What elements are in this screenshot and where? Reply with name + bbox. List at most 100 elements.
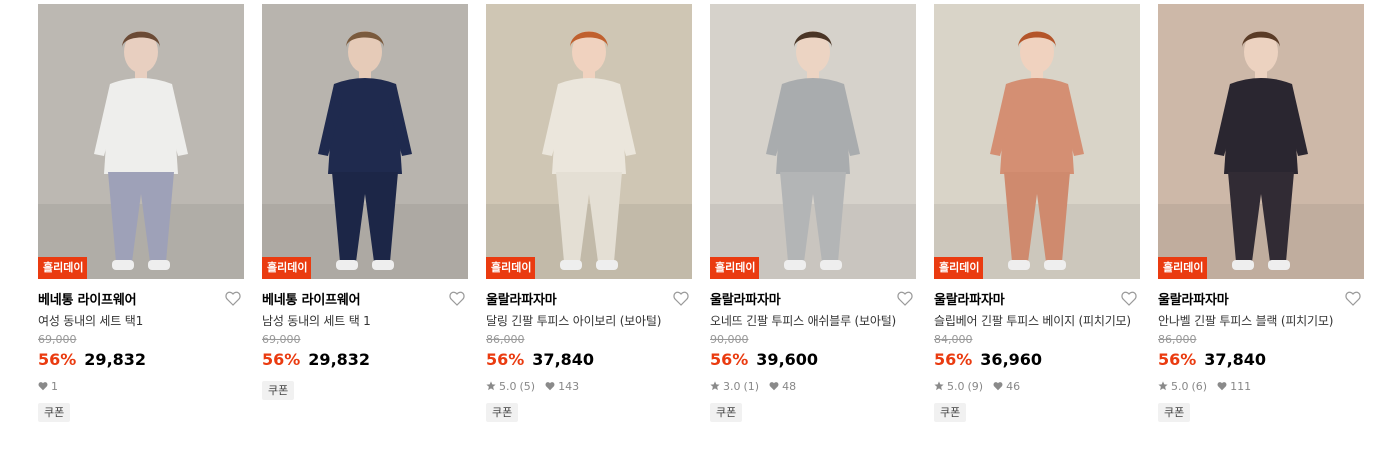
heart-outline-icon[interactable] — [1120, 289, 1138, 307]
product-meta: 1 — [38, 379, 244, 393]
holiday-badge: 홀리데이 — [1158, 257, 1208, 279]
product-card[interactable]: 홀리데이 울랄라파자마 오네뜨 긴팔 투피스 애쉬블루 (보아털) 90,000… — [710, 4, 916, 422]
coupon-tag: 쿠폰 — [1158, 403, 1191, 422]
like-count: 111 — [1230, 379, 1252, 393]
brand-name[interactable]: 베네통 라이프웨어 — [38, 289, 137, 308]
original-price: 69,000 — [38, 333, 77, 346]
rating: 5.0 (9) — [934, 380, 983, 393]
product-name[interactable]: 오네뜨 긴팔 투피스 애쉬블루 (보아털) — [710, 312, 916, 330]
brand-name[interactable]: 울랄라파자마 — [934, 289, 1005, 308]
heart-outline-icon[interactable] — [1344, 289, 1362, 307]
sale-price: 36,960 — [980, 350, 1043, 369]
rating: 5.0 (5) — [486, 380, 535, 393]
brand-name[interactable]: 베네통 라이프웨어 — [262, 289, 361, 308]
brand-row: 울랄라파자마 — [710, 288, 916, 308]
likes: 143 — [545, 380, 579, 393]
review-count: (5) — [519, 379, 536, 393]
discount-rate: 56% — [934, 350, 973, 369]
product-photo — [486, 4, 692, 279]
price-row: 56% 37,840 — [486, 349, 692, 371]
brand-name[interactable]: 울랄라파자마 — [486, 289, 557, 308]
product-image[interactable]: 홀리데이 — [710, 4, 916, 279]
star-icon — [1158, 381, 1168, 391]
price-row: 56% 36,960 — [934, 349, 1140, 371]
rating: 5.0 (6) — [1158, 380, 1207, 393]
product-photo — [262, 4, 468, 279]
sale-price: 37,840 — [532, 350, 595, 369]
heart-outline-icon[interactable] — [896, 289, 914, 307]
coupon-tag: 쿠폰 — [262, 381, 295, 400]
holiday-badge: 홀리데이 — [38, 257, 88, 279]
product-card[interactable]: 홀리데이 울랄라파자마 슬립베어 긴팔 투피스 베이지 (피치기모) 84,00… — [934, 4, 1140, 422]
product-photo — [1158, 4, 1364, 279]
product-name[interactable]: 여성 동내의 세트 택1 — [38, 312, 244, 330]
like-count: 143 — [558, 379, 580, 393]
product-name[interactable]: 달링 긴팔 투피스 아이보리 (보아털) — [486, 312, 692, 330]
brand-row: 베네통 라이프웨어 — [38, 288, 244, 308]
product-image[interactable]: 홀리데이 — [486, 4, 692, 279]
like-count: 48 — [782, 379, 797, 393]
product-card[interactable]: 홀리데이 베네통 라이프웨어 남성 동내의 세트 택 1 69,000 56% … — [262, 4, 468, 422]
product-meta: 5.0 (9) 46 — [934, 379, 1140, 393]
product-name[interactable]: 남성 동내의 세트 택 1 — [262, 312, 468, 330]
product-meta: 5.0 (6) 111 — [1158, 379, 1364, 393]
discount-rate: 56% — [38, 350, 77, 369]
product-card[interactable]: 홀리데이 베네통 라이프웨어 여성 동내의 세트 택1 69,000 56% 2… — [38, 4, 244, 422]
product-image[interactable]: 홀리데이 — [262, 4, 468, 279]
product-name[interactable]: 슬립베어 긴팔 투피스 베이지 (피치기모) — [934, 312, 1140, 330]
product-photo — [38, 4, 244, 279]
review-count: (1) — [743, 379, 760, 393]
price-row: 56% 39,600 — [710, 349, 916, 371]
heart-outline-icon[interactable] — [672, 289, 690, 307]
star-icon — [934, 381, 944, 391]
discount-rate: 56% — [710, 350, 749, 369]
rating-value: 5.0 — [499, 379, 517, 393]
rating-value: 3.0 — [723, 379, 741, 393]
brand-name[interactable]: 울랄라파자마 — [1158, 289, 1229, 308]
sale-price: 37,840 — [1204, 350, 1267, 369]
product-photo — [710, 4, 916, 279]
heart-filled-icon — [993, 382, 1003, 391]
original-price: 84,000 — [934, 333, 973, 346]
brand-name[interactable]: 울랄라파자마 — [710, 289, 781, 308]
heart-filled-icon — [38, 382, 48, 391]
holiday-badge: 홀리데이 — [934, 257, 984, 279]
coupon-tag: 쿠폰 — [934, 403, 967, 422]
discount-rate: 56% — [262, 350, 301, 369]
product-card[interactable]: 홀리데이 울랄라파자마 달링 긴팔 투피스 아이보리 (보아털) 86,000 … — [486, 4, 692, 422]
brand-row: 울랄라파자마 — [1158, 288, 1364, 308]
like-count: 1 — [51, 379, 58, 393]
brand-row: 울랄라파자마 — [934, 288, 1140, 308]
likes: 1 — [38, 380, 58, 393]
sale-price: 39,600 — [756, 350, 819, 369]
heart-outline-icon[interactable] — [448, 289, 466, 307]
original-price: 90,000 — [710, 333, 749, 346]
product-image[interactable]: 홀리데이 — [38, 4, 244, 279]
brand-row: 베네통 라이프웨어 — [262, 288, 468, 308]
sale-price: 29,832 — [84, 350, 147, 369]
price-row: 56% 37,840 — [1158, 349, 1364, 371]
heart-filled-icon — [545, 382, 555, 391]
product-card[interactable]: 홀리데이 울랄라파자마 안나벨 긴팔 투피스 블랙 (피치기모) 86,000 … — [1158, 4, 1364, 422]
product-grid: 홀리데이 베네통 라이프웨어 여성 동내의 세트 택1 69,000 56% 2… — [38, 4, 1364, 422]
product-meta: 5.0 (5) 143 — [486, 379, 692, 393]
product-image[interactable]: 홀리데이 — [934, 4, 1140, 279]
rating-value: 5.0 — [1171, 379, 1189, 393]
product-meta: 3.0 (1) 48 — [710, 379, 916, 393]
product-name[interactable]: 안나벨 긴팔 투피스 블랙 (피치기모) — [1158, 312, 1364, 330]
heart-filled-icon — [1217, 382, 1227, 391]
heart-outline-icon[interactable] — [224, 289, 242, 307]
heart-filled-icon — [769, 382, 779, 391]
holiday-badge: 홀리데이 — [710, 257, 760, 279]
review-count: (6) — [1191, 379, 1208, 393]
likes: 111 — [1217, 380, 1251, 393]
product-image[interactable]: 홀리데이 — [1158, 4, 1364, 279]
rating: 3.0 (1) — [710, 380, 759, 393]
review-count: (9) — [967, 379, 984, 393]
like-count: 46 — [1006, 379, 1021, 393]
coupon-tag: 쿠폰 — [486, 403, 519, 422]
star-icon — [486, 381, 496, 391]
price-row: 56% 29,832 — [262, 349, 468, 371]
original-price: 86,000 — [486, 333, 525, 346]
price-row: 56% 29,832 — [38, 349, 244, 371]
